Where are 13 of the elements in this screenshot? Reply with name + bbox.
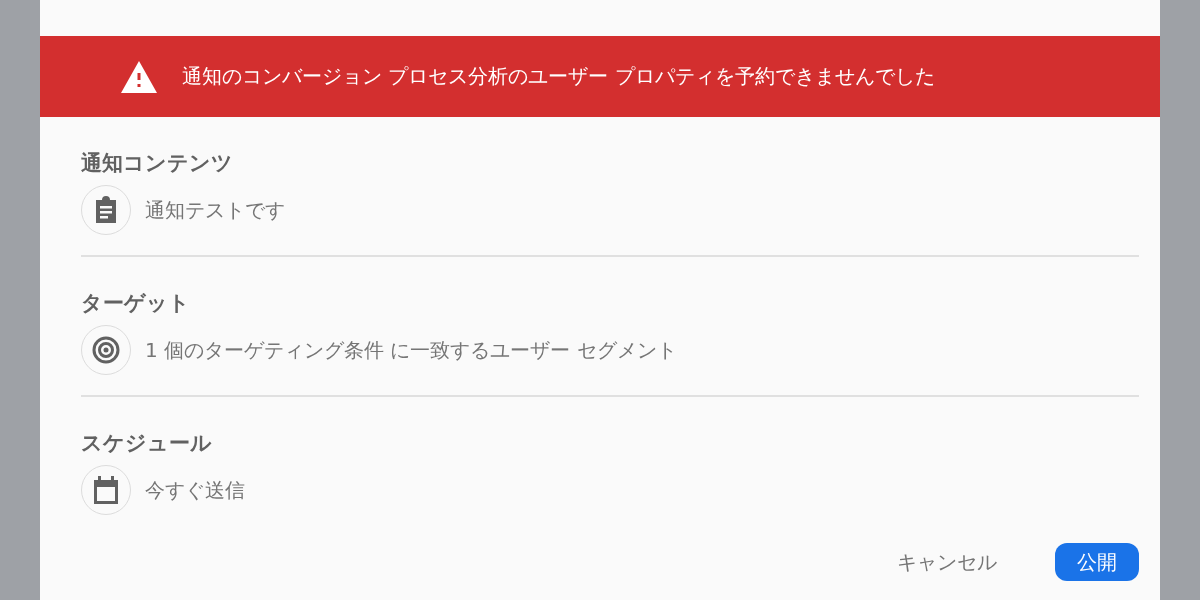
- section-value: 通知テストです: [145, 196, 285, 224]
- target-icon: [92, 336, 120, 364]
- clipboard-icon: [93, 196, 119, 224]
- section-value: 今すぐ送信: [145, 476, 245, 504]
- section-heading: ターゲット: [81, 290, 191, 317]
- calendar-icon: [92, 475, 120, 505]
- publish-button[interactable]: 公開: [1055, 543, 1139, 581]
- error-message: 通知のコンバージョン プロセス分析のユーザー プロパティを予約できませんでした: [182, 63, 935, 90]
- section-heading: スケジュール: [81, 430, 213, 457]
- section-value: 1 個のターゲティング条件 に一致するユーザー セグメント: [145, 336, 677, 364]
- section-heading: 通知コンテンツ: [81, 150, 234, 177]
- warning-icon: [120, 59, 158, 94]
- cancel-button[interactable]: キャンセル: [875, 543, 1019, 581]
